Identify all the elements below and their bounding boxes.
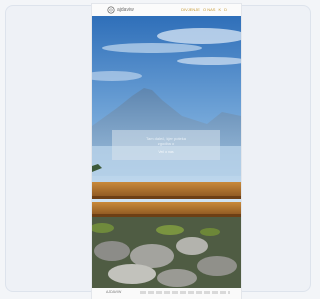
nav-item-3[interactable]: K: [218, 6, 221, 14]
nav-item-1[interactable]: DIVJENJE: [181, 6, 200, 14]
nav-item-2[interactable]: O NAS: [203, 6, 215, 14]
swirl-logo-icon[interactable]: [107, 6, 115, 14]
footer-title: AJDAVIW: [106, 290, 122, 294]
hero-caption-box: Tam daleč, kjer poteka zgodba o Več o na…: [112, 130, 220, 160]
hero-caption-link[interactable]: Več o nas: [112, 150, 220, 155]
site-logo-text[interactable]: ajdaviw: [117, 6, 134, 14]
footer-text-lines: [140, 291, 230, 294]
website-preview: ajdaviw DIVJENJE O NAS K D Tam daleč, kj…: [92, 4, 241, 299]
nav-item-4[interactable]: D: [224, 6, 227, 14]
main-nav: DIVJENJE O NAS K D: [181, 6, 227, 14]
site-footer: AJDAVIW: [92, 288, 241, 299]
hero-caption-subtitle: zgodba o: [157, 141, 175, 146]
hero-image: Tam daleč, kjer poteka zgodba o Več o na…: [92, 16, 241, 288]
